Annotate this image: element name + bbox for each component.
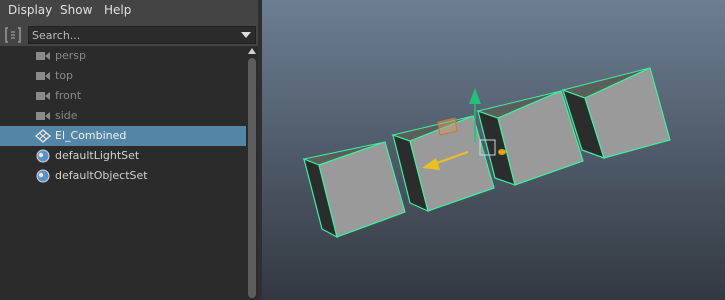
outliner-item-label: side [55, 109, 78, 122]
outliner-item-label: persp [55, 49, 86, 62]
outliner-item-label: front [55, 89, 82, 102]
outliner-panel: Display Show Help persp t [0, 0, 258, 300]
filter-icon[interactable] [3, 25, 23, 45]
set-icon [36, 169, 50, 183]
mesh-cube-4[interactable] [561, 67, 671, 159]
outliner-item-label: defaultObjectSet [55, 169, 148, 182]
camera-icon [36, 92, 50, 100]
mesh-transform-icon [35, 129, 51, 143]
outliner-scrollbar[interactable] [246, 46, 258, 300]
search-dropdown-icon[interactable] [241, 32, 251, 38]
set-icon [36, 149, 50, 163]
manipulator-z-handle [498, 149, 506, 155]
search-box [28, 26, 256, 44]
outliner-item-label: El_Combined [55, 129, 127, 142]
outliner-item-label: defaultLightSet [55, 149, 140, 162]
camera-icon [36, 112, 50, 120]
camera-icon [36, 52, 50, 60]
search-input[interactable] [32, 27, 232, 43]
menu-show[interactable]: Show [60, 3, 92, 17]
search-row [0, 24, 258, 46]
scroll-thumb[interactable] [248, 58, 256, 298]
menu-bar: Display Show Help [0, 0, 258, 22]
outliner-item-top[interactable]: top [0, 66, 246, 86]
scroll-up-arrow-icon[interactable] [248, 48, 256, 54]
outliner-item-front[interactable]: front [0, 86, 246, 106]
outliner-item-side[interactable]: side [0, 106, 246, 126]
outliner-item-el-combined[interactable]: El_Combined [0, 126, 246, 146]
menu-display[interactable]: Display [8, 3, 52, 17]
manipulator-y-arrow-icon [469, 88, 481, 104]
mesh-cube-1[interactable] [302, 141, 406, 239]
scene-view [302, 67, 671, 239]
outliner-item-label: top [55, 69, 74, 82]
outliner-list: persp top front side El_Combined default… [0, 46, 246, 300]
outliner-item-default-object-set[interactable]: defaultObjectSet [0, 166, 246, 186]
camera-icon [36, 72, 50, 80]
outliner-item-default-light-set[interactable]: defaultLightSet [0, 146, 246, 166]
menu-help[interactable]: Help [104, 3, 131, 17]
maya-window: Display Show Help persp t [0, 0, 725, 300]
viewport-3d[interactable] [262, 0, 725, 300]
outliner-item-persp[interactable]: persp [0, 46, 246, 66]
